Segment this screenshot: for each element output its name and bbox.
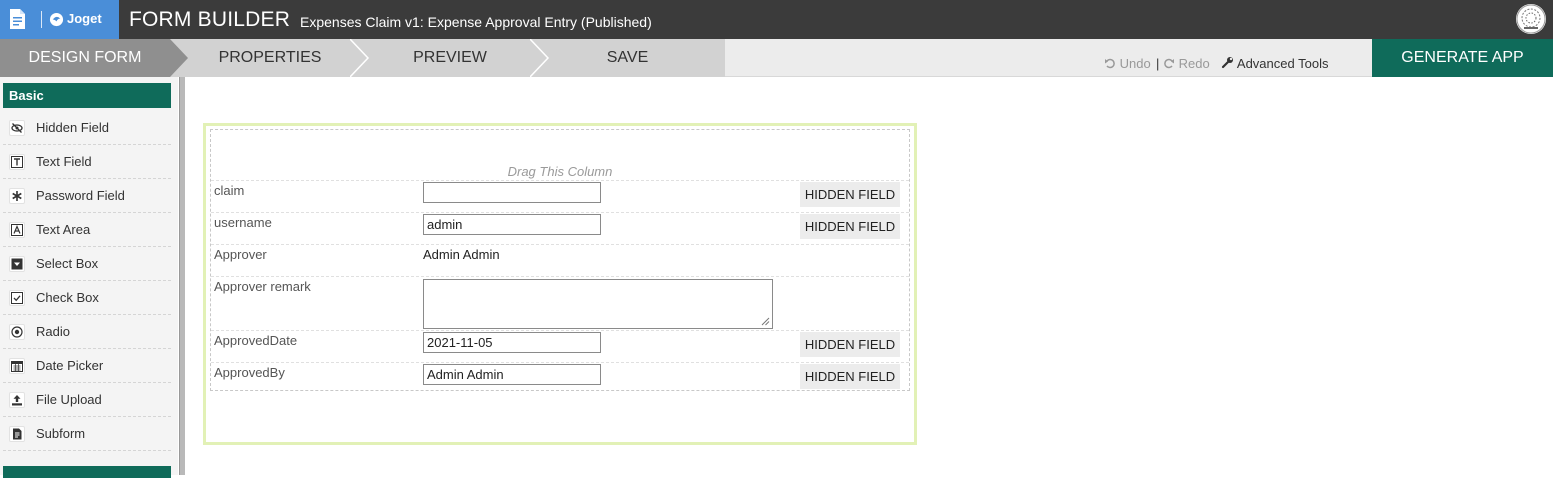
- palette-item-check-box[interactable]: Check Box: [3, 281, 171, 315]
- field-label: username: [214, 215, 272, 230]
- text-area-icon: [9, 222, 25, 238]
- form-row-claim[interactable]: claim HIDDEN FIELD: [211, 180, 909, 212]
- field-label: Approver: [214, 247, 267, 262]
- palette-item-label: Text Area: [36, 222, 91, 237]
- calendar-icon: [9, 358, 25, 374]
- palette-item-label: Subform: [36, 426, 86, 441]
- undo-icon: [1105, 58, 1115, 69]
- field-label: Approver remark: [214, 279, 311, 294]
- form-row-username[interactable]: username HIDDEN FIELD: [211, 212, 909, 244]
- upload-icon: [9, 392, 25, 408]
- form-row-approved-date[interactable]: ApprovedDate HIDDEN FIELD: [211, 330, 909, 362]
- palette-item-label: Hidden Field: [36, 120, 109, 135]
- palette-item-label: Text Field: [36, 154, 92, 169]
- username-input[interactable]: [423, 214, 601, 235]
- hidden-field-badge: HIDDEN FIELD: [800, 332, 900, 357]
- undo-redo-separator: |: [1156, 56, 1160, 71]
- palette-item-label: Select Box: [36, 256, 99, 271]
- step-preview[interactable]: PREVIEW: [370, 39, 530, 77]
- form-subtitle: Expenses Claim v1: Expense Approval Entr…: [300, 14, 652, 30]
- palette-item-radio[interactable]: Radio: [3, 315, 171, 349]
- brand-divider: [41, 11, 42, 28]
- field-label: claim: [214, 183, 245, 198]
- step-arrow-icon: [350, 39, 370, 77]
- palette-item-password-field[interactable]: Password Field: [3, 179, 171, 213]
- claim-input[interactable]: [423, 182, 601, 203]
- redo-button[interactable]: Redo: [1163, 56, 1210, 71]
- palette-item-label: Date Picker: [36, 358, 104, 373]
- resize-handle-icon[interactable]: [761, 317, 770, 326]
- palette-item-file-upload[interactable]: File Upload: [3, 383, 171, 417]
- builder-steps-bar: DESIGN FORM PROPERTIES PREVIEW SAVE Undo…: [0, 39, 1553, 77]
- avatar[interactable]: [1516, 4, 1546, 34]
- undo-button[interactable]: Undo: [1104, 56, 1151, 71]
- top-header: Joget FORM BUILDER Expenses Claim v1: Ex…: [0, 0, 1553, 39]
- redo-label: Redo: [1178, 56, 1210, 71]
- approved-by-input[interactable]: [423, 364, 601, 385]
- advanced-tools-label: Advanced Tools: [1236, 56, 1329, 71]
- step-save[interactable]: SAVE: [550, 39, 705, 77]
- form-column[interactable]: Drag This Column claim HIDDEN FIELD user…: [210, 129, 910, 391]
- approved-date-input[interactable]: [423, 332, 601, 353]
- joget-logo-icon: [49, 12, 64, 27]
- palette-item-label: Password Field: [36, 188, 125, 203]
- step-arrow-icon: [530, 39, 550, 77]
- approver-remark-textarea[interactable]: [423, 279, 773, 329]
- radio-icon: [9, 324, 25, 340]
- palette-section-basic[interactable]: Basic: [3, 83, 171, 108]
- user-avatar-icon: [1516, 4, 1546, 34]
- text-field-icon: [9, 154, 25, 170]
- page-title: FORM BUILDER: [129, 8, 291, 31]
- palette-item-hidden-field[interactable]: Hidden Field: [3, 111, 171, 145]
- form-canvas[interactable]: Drag This Column claim HIDDEN FIELD user…: [203, 123, 917, 445]
- palette-item-label: File Upload: [36, 392, 102, 407]
- generate-app-button[interactable]: GENERATE APP: [1372, 39, 1553, 77]
- wrench-icon: [1221, 57, 1233, 69]
- palette-item-select-box[interactable]: Select Box: [3, 247, 171, 281]
- eye-slash-icon: [9, 120, 25, 136]
- palette-section-next[interactable]: [3, 466, 171, 478]
- asterisk-icon: [9, 188, 25, 204]
- hidden-field-badge: HIDDEN FIELD: [800, 214, 900, 239]
- field-label: ApprovedDate: [214, 333, 298, 348]
- palette-item-text-area[interactable]: Text Area: [3, 213, 171, 247]
- step-design-form[interactable]: DESIGN FORM: [0, 39, 170, 77]
- step-arrow-icon: [170, 39, 188, 77]
- form-row-approved-by[interactable]: ApprovedBy HIDDEN FIELD: [211, 362, 909, 392]
- panel-splitter[interactable]: [179, 77, 185, 475]
- advanced-tools-button[interactable]: Advanced Tools: [1221, 56, 1328, 71]
- form-row-approver[interactable]: Approver Admin Admin: [211, 244, 909, 276]
- subform-icon: [9, 426, 25, 442]
- palette-item-subform[interactable]: Subform: [3, 417, 171, 451]
- brand-area[interactable]: Joget: [0, 0, 119, 39]
- select-box-icon: [9, 256, 25, 272]
- palette-item-date-picker[interactable]: Date Picker: [3, 349, 171, 383]
- element-palette: Basic Hidden Field Text Field Password F…: [0, 77, 178, 478]
- approver-value: Admin Admin: [423, 247, 500, 262]
- redo-icon: [1164, 58, 1174, 69]
- undo-label: Undo: [1119, 56, 1151, 71]
- palette-item-text-field[interactable]: Text Field: [3, 145, 171, 179]
- brand-name: Joget: [67, 11, 102, 26]
- checkbox-icon: [9, 290, 25, 306]
- form-row-approver-remark[interactable]: Approver remark: [211, 276, 909, 330]
- palette-item-label: Radio: [36, 324, 70, 339]
- document-icon: [10, 9, 25, 29]
- hidden-field-badge: HIDDEN FIELD: [800, 182, 900, 207]
- step-properties[interactable]: PROPERTIES: [190, 39, 350, 77]
- hidden-field-badge: HIDDEN FIELD: [800, 364, 900, 389]
- palette-item-label: Check Box: [36, 290, 99, 305]
- field-label: ApprovedBy: [214, 365, 285, 380]
- drag-column-handle[interactable]: Drag This Column: [211, 164, 909, 179]
